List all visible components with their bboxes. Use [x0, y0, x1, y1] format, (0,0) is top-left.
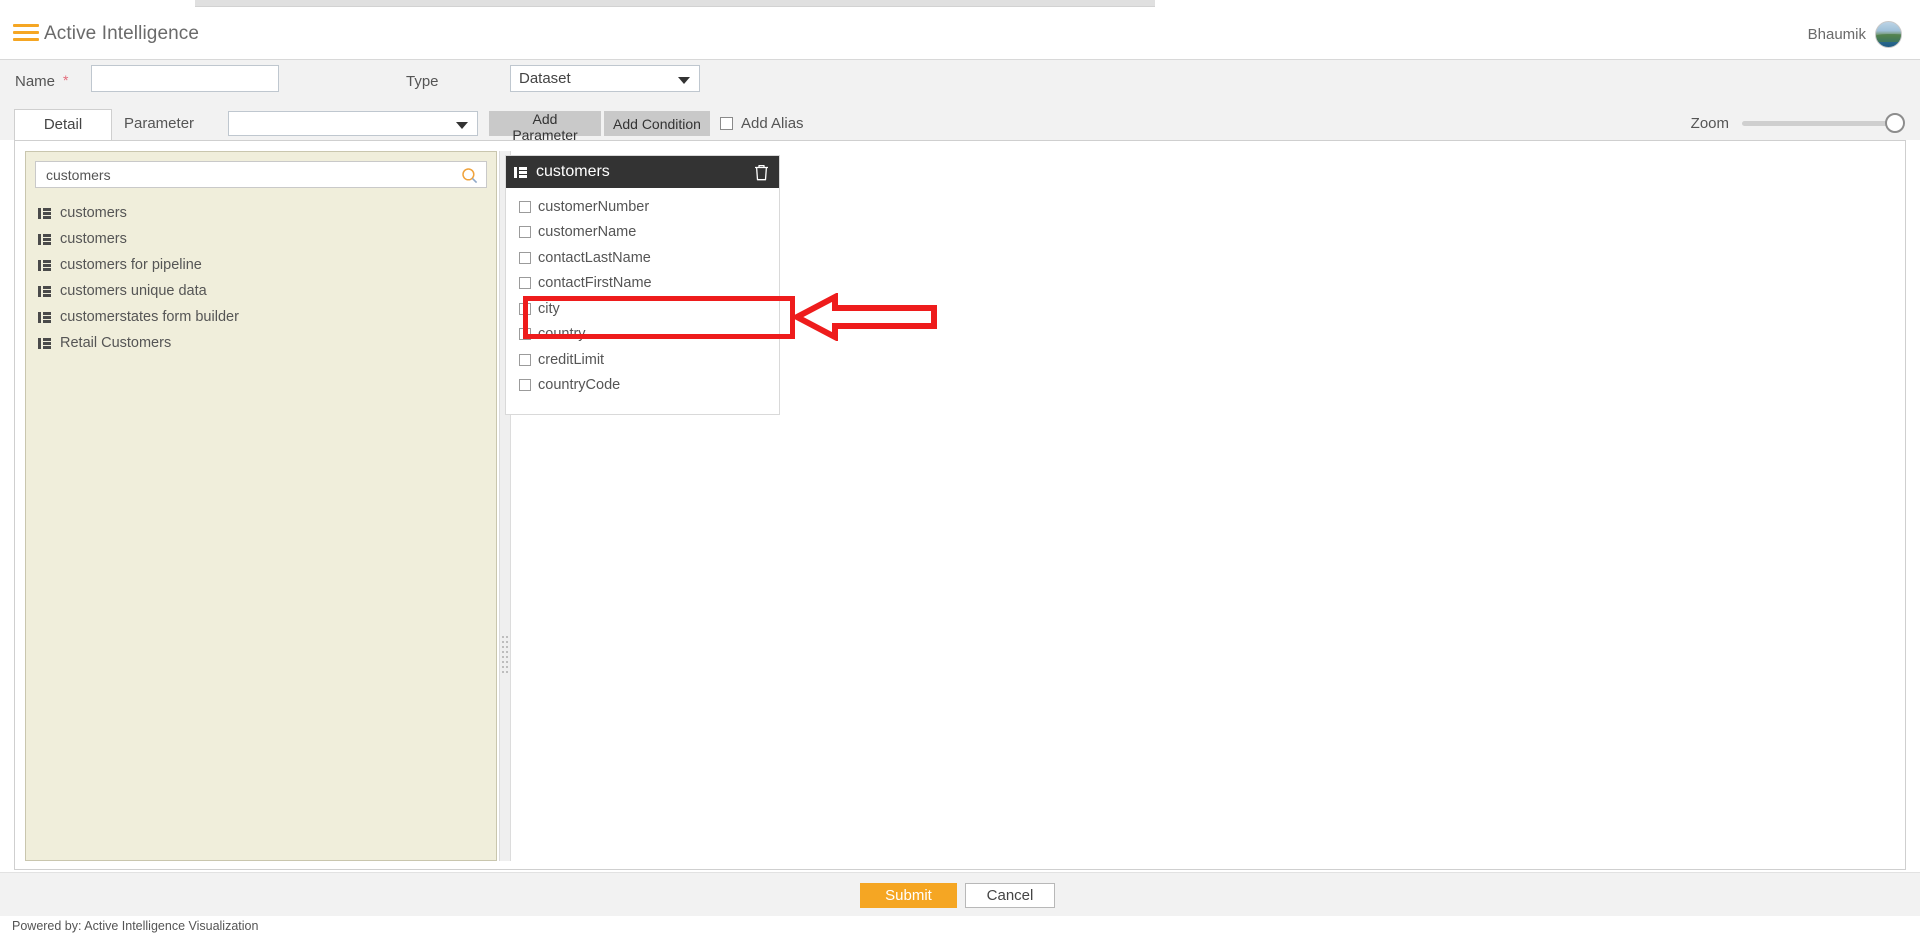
list-item[interactable]: customers — [38, 226, 478, 252]
tab-bar: Detail Parameter Add Parameter Add Condi… — [0, 105, 1920, 140]
footer-bar: Submit Cancel — [0, 872, 1920, 916]
required-marker: * — [63, 72, 68, 88]
table-icon — [38, 312, 51, 323]
type-select-value: Dataset — [519, 70, 571, 87]
column-label: city — [538, 301, 560, 317]
column-label: country — [538, 326, 586, 342]
table-column-row[interactable]: contactLastName — [506, 245, 779, 271]
table-icon — [38, 286, 51, 297]
table-column-row[interactable]: city — [506, 296, 779, 322]
zoom-label: Zoom — [1691, 115, 1729, 132]
annotation-arrow-icon — [793, 293, 938, 341]
add-parameter-button[interactable]: Add Parameter — [489, 111, 601, 136]
parameter-label: Parameter — [124, 115, 194, 132]
list-item[interactable]: customers — [38, 200, 478, 226]
zoom-slider-track[interactable] — [1742, 121, 1897, 126]
list-item[interactable]: customers unique data — [38, 278, 478, 304]
zoom-control[interactable]: Zoom — [1691, 115, 1897, 132]
table-column-row[interactable]: countryCode — [506, 373, 779, 399]
page-title: Active Intelligence — [44, 23, 199, 45]
table-column-row[interactable]: creditLimit — [506, 347, 779, 373]
column-label: customerNumber — [538, 199, 649, 215]
top-strip-nub — [195, 0, 1155, 7]
table-card[interactable]: customers customerNumber customerName cont… — [505, 155, 780, 415]
add-alias-control[interactable]: Add Alias — [720, 115, 804, 132]
name-input[interactable] — [91, 65, 279, 92]
add-alias-label: Add Alias — [741, 115, 804, 132]
list-item-label: customers for pipeline — [60, 257, 202, 273]
add-condition-button[interactable]: Add Condition — [604, 111, 710, 136]
app-header: Active Intelligence Bhaumik — [0, 7, 1920, 60]
list-item-label: customers — [60, 231, 127, 247]
powered-by-label: Powered by: Active Intelligence Visualiz… — [12, 919, 258, 933]
list-item-label: Retail Customers — [60, 335, 171, 351]
zoom-slider-handle[interactable] — [1885, 113, 1905, 133]
list-item-label: customers unique data — [60, 283, 207, 299]
search-input[interactable] — [44, 166, 448, 184]
parameter-select[interactable] — [228, 111, 478, 136]
type-select[interactable]: Dataset — [510, 65, 700, 92]
search-box[interactable] — [35, 161, 487, 188]
column-label: creditLimit — [538, 352, 604, 368]
column-label: customerName — [538, 224, 636, 240]
table-icon — [38, 338, 51, 349]
table-column-list: customerNumber customerName contactLastNam… — [506, 188, 779, 414]
table-card-header[interactable]: customers — [506, 156, 779, 188]
list-item-label: customerstates form builder — [60, 309, 239, 325]
user-area[interactable]: Bhaumik — [1808, 21, 1902, 48]
list-item-label: customers — [60, 205, 127, 221]
chevron-down-icon — [678, 77, 690, 84]
table-icon — [514, 167, 527, 178]
chevron-down-icon — [456, 122, 468, 129]
type-label: Type — [406, 73, 439, 90]
column-checkbox[interactable] — [519, 201, 531, 213]
user-name: Bhaumik — [1808, 26, 1866, 43]
work-area: customers customers customers for pipeline… — [14, 140, 1906, 870]
search-icon[interactable] — [461, 167, 478, 189]
table-icon — [38, 260, 51, 271]
column-checkbox[interactable] — [519, 226, 531, 238]
column-checkbox[interactable] — [519, 277, 531, 289]
table-column-row[interactable]: customerNumber — [506, 194, 779, 220]
trash-icon[interactable] — [753, 163, 770, 187]
submit-button[interactable]: Submit — [860, 883, 957, 908]
form-row: Name * Type Dataset — [0, 60, 1920, 105]
column-checkbox[interactable] — [519, 328, 531, 340]
table-card-title: customers — [536, 163, 610, 181]
name-label: Name — [15, 73, 55, 90]
source-tree: customers customers customers for pipeline… — [38, 200, 478, 356]
column-checkbox[interactable] — [519, 379, 531, 391]
avatar[interactable] — [1875, 21, 1902, 48]
hamburger-icon[interactable] — [13, 24, 39, 44]
column-label: contactLastName — [538, 250, 651, 266]
column-checkbox[interactable] — [519, 303, 531, 315]
list-item[interactable]: Retail Customers — [38, 330, 478, 356]
table-column-row[interactable]: country — [506, 322, 779, 348]
table-column-row[interactable]: customerName — [506, 220, 779, 246]
top-strip — [0, 0, 1920, 7]
table-icon — [38, 234, 51, 245]
tab-detail[interactable]: Detail — [14, 109, 112, 140]
column-checkbox[interactable] — [519, 252, 531, 264]
table-icon — [38, 208, 51, 219]
add-alias-checkbox[interactable] — [720, 117, 733, 130]
splitter-grip-icon — [502, 636, 510, 676]
column-checkbox[interactable] — [519, 354, 531, 366]
status-bar: Powered by: Active Intelligence Visualiz… — [0, 916, 1920, 937]
list-item[interactable]: customers for pipeline — [38, 252, 478, 278]
list-item[interactable]: customerstates form builder — [38, 304, 478, 330]
source-panel: customers customers customers for pipeline… — [25, 151, 497, 861]
table-column-row[interactable]: contactFirstName — [506, 271, 779, 297]
cancel-button[interactable]: Cancel — [965, 883, 1055, 908]
column-label: contactFirstName — [538, 275, 652, 291]
column-label: countryCode — [538, 377, 620, 393]
